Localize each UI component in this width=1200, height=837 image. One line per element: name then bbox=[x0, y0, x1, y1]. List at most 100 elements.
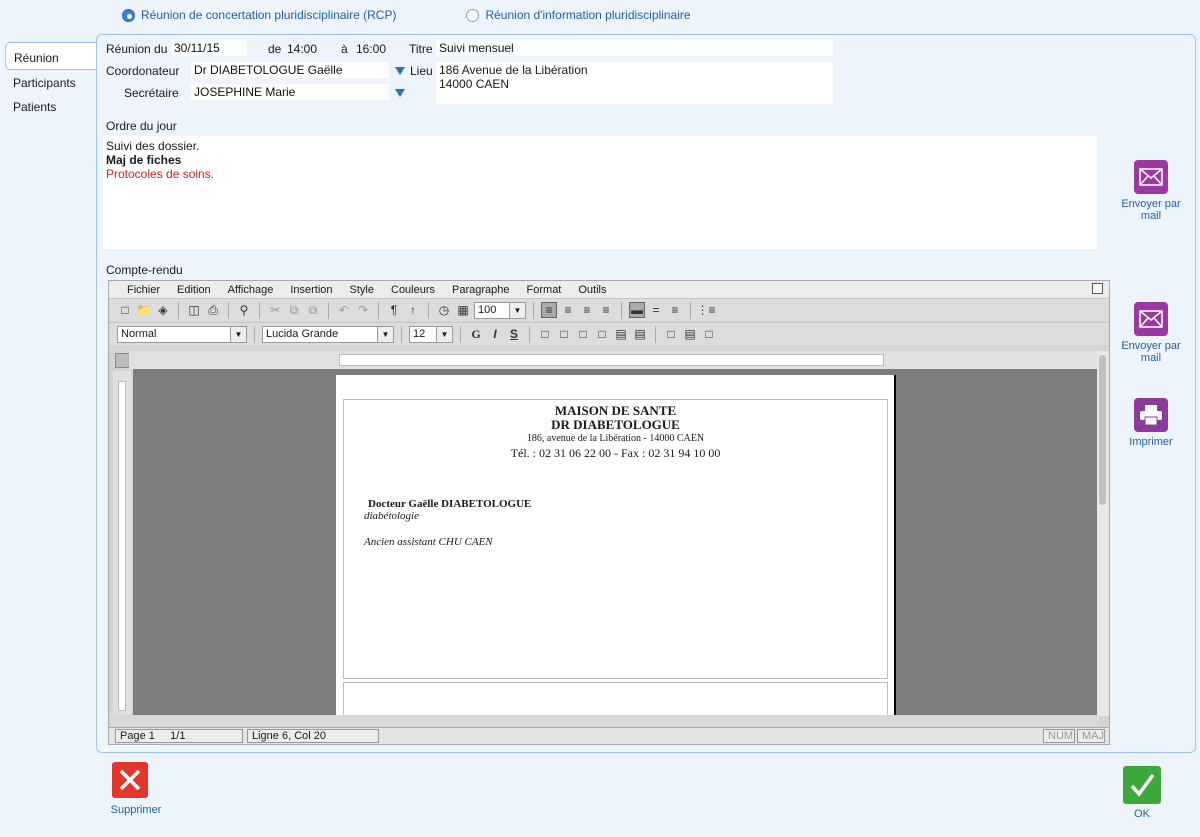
menu-affichage[interactable]: Affichage bbox=[228, 284, 274, 296]
coordinator-field[interactable] bbox=[191, 62, 389, 78]
align-left-icon[interactable]: ≡ bbox=[541, 302, 557, 318]
vertical-ruler[interactable] bbox=[113, 371, 131, 716]
date-field[interactable] bbox=[171, 40, 247, 56]
chevron-down-icon[interactable]: ▼ bbox=[436, 326, 452, 342]
bullet-list-icon[interactable]: ⋮≡ bbox=[697, 302, 716, 318]
border-all-icon[interactable]: □ bbox=[663, 326, 679, 342]
ruler-scale bbox=[339, 354, 884, 366]
editor-window-icon[interactable] bbox=[1092, 283, 1103, 294]
underline-button[interactable]: S bbox=[506, 326, 522, 342]
copy-icon[interactable]: ⧉ bbox=[286, 302, 302, 318]
document-page[interactable]: MAISON DE SANTE DR DIABETOLOGUE 186, ave… bbox=[336, 375, 896, 715]
menu-style[interactable]: Style bbox=[350, 284, 374, 296]
border-top-icon[interactable]: □ bbox=[556, 326, 572, 342]
menu-paragraphe[interactable]: Paragraphe bbox=[452, 284, 510, 296]
place-field[interactable]: 186 Avenue de la Libération 14000 CAEN bbox=[436, 62, 833, 104]
calendar-icon[interactable]: ▦ bbox=[455, 302, 471, 318]
coordinator-dropdown-icon[interactable] bbox=[395, 67, 405, 75]
menu-format[interactable]: Format bbox=[527, 284, 562, 296]
status-cursor: Ligne 6, Col 20 bbox=[247, 729, 379, 743]
radio-selected-icon[interactable] bbox=[122, 8, 135, 22]
delete-label: Supprimer bbox=[110, 804, 162, 816]
agenda-textarea[interactable]: Suivi des dossier. Maj de fiches Protoco… bbox=[103, 136, 1097, 249]
menu-edition[interactable]: Edition bbox=[177, 284, 211, 296]
ok-button[interactable]: OK bbox=[1118, 766, 1166, 820]
horizontal-ruler[interactable] bbox=[129, 351, 1099, 369]
print-icon[interactable]: ⎙ bbox=[205, 302, 221, 318]
border-inner-icon[interactable]: ▤ bbox=[682, 326, 698, 342]
save-disk-icon[interactable]: ◈ bbox=[155, 302, 171, 318]
new-document-icon[interactable]: □ bbox=[117, 302, 133, 318]
toolbar-separator bbox=[533, 301, 534, 319]
fields-icon[interactable]: ↑ bbox=[405, 302, 421, 318]
delete-button[interactable]: Supprimer bbox=[104, 762, 168, 816]
send-mail-button-agenda[interactable]: Envoyer par mail bbox=[1118, 160, 1184, 222]
tab-reunion[interactable]: Réunion bbox=[5, 42, 97, 70]
print-button[interactable]: Imprimer bbox=[1118, 398, 1184, 448]
place-line-2: 14000 CAEN bbox=[439, 77, 510, 91]
place-label: Lieu bbox=[410, 64, 433, 78]
menu-fichier[interactable]: Fichier bbox=[127, 284, 160, 296]
from-time[interactable]: 14:00 bbox=[287, 42, 317, 56]
radio-information[interactable]: Réunion d'information pluridisciplinaire bbox=[466, 8, 691, 22]
radio-unselected-icon[interactable] bbox=[466, 8, 480, 22]
spacing-onehalf-icon[interactable]: = bbox=[648, 302, 664, 318]
menu-insertion[interactable]: Insertion bbox=[290, 284, 332, 296]
style-select[interactable]: Normal ▼ bbox=[117, 325, 247, 343]
chevron-down-icon[interactable]: ▼ bbox=[509, 302, 525, 318]
title-field[interactable] bbox=[436, 40, 833, 56]
border-middle-icon[interactable]: ▤ bbox=[632, 326, 648, 342]
border-none-icon[interactable]: □ bbox=[701, 326, 717, 342]
border-right-icon[interactable]: □ bbox=[575, 326, 591, 342]
spacing-double-icon[interactable]: ≡ bbox=[667, 302, 683, 318]
title-label: Titre bbox=[409, 42, 433, 56]
secretary-dropdown-icon[interactable] bbox=[395, 89, 405, 97]
spacing-single-icon[interactable]: ▬ bbox=[629, 302, 645, 318]
font-select[interactable]: Lucida Grande ▼ bbox=[262, 325, 394, 343]
secretary-label: Secrétaire bbox=[124, 86, 179, 100]
doc-address: 186, avenue de la Libération - 14000 CAE… bbox=[526, 433, 705, 444]
chevron-down-icon[interactable]: ▼ bbox=[377, 326, 393, 342]
secretary-field[interactable] bbox=[191, 84, 389, 100]
justify-icon[interactable]: ≡ bbox=[598, 302, 614, 318]
agenda-label: Ordre du jour bbox=[106, 119, 177, 133]
menu-outils[interactable]: Outils bbox=[578, 284, 606, 296]
horizontal-scrollbar[interactable] bbox=[109, 715, 1099, 727]
find-icon[interactable]: ⚲ bbox=[236, 302, 252, 318]
pilcrow-icon[interactable]: ¶ bbox=[386, 302, 402, 318]
align-center-icon[interactable]: ≡ bbox=[560, 302, 576, 318]
agenda-line-1: Suivi des dossier. bbox=[106, 139, 200, 153]
radio-rcp[interactable]: Réunion de concertation pluridisciplinai… bbox=[122, 8, 396, 22]
chevron-down-icon[interactable]: ▼ bbox=[230, 326, 246, 342]
border-left-icon[interactable]: □ bbox=[537, 326, 553, 342]
redo-icon[interactable]: ↷ bbox=[355, 302, 371, 318]
italic-button[interactable]: I bbox=[487, 326, 503, 342]
border-bottom-icon[interactable]: □ bbox=[594, 326, 610, 342]
body-frame[interactable] bbox=[343, 682, 888, 715]
print-label: Imprimer bbox=[1129, 436, 1173, 448]
zoom-select[interactable]: 100 ▼ bbox=[474, 301, 526, 319]
cut-icon[interactable]: ✂ bbox=[267, 302, 283, 318]
font-value: Lucida Grande bbox=[266, 327, 339, 340]
tab-participants[interactable]: Participants bbox=[5, 70, 97, 94]
size-select[interactable]: 12 ▼ bbox=[409, 325, 453, 343]
align-right-icon[interactable]: ≡ bbox=[579, 302, 595, 318]
vertical-scrollbar[interactable] bbox=[1097, 351, 1109, 716]
toolbar-separator bbox=[378, 301, 379, 319]
radio-information-label: Réunion d'information pluridisciplinaire bbox=[485, 8, 691, 22]
paste-icon[interactable]: ⧉ bbox=[305, 302, 321, 318]
send-mail-button-report[interactable]: Envoyer par mail bbox=[1118, 302, 1184, 364]
open-folder-icon[interactable]: 📁 bbox=[136, 302, 152, 318]
to-time[interactable]: 16:00 bbox=[356, 42, 386, 56]
menu-couleurs[interactable]: Couleurs bbox=[391, 284, 435, 296]
tab-patients[interactable]: Patients bbox=[5, 94, 97, 118]
zoom-value: 100 bbox=[478, 303, 497, 316]
border-horizontal-icon[interactable]: ▤ bbox=[613, 326, 629, 342]
bold-button[interactable]: G bbox=[468, 326, 484, 342]
editor-statusbar: Page 1 1/1 Ligne 6, Col 20 NUM MAJ bbox=[109, 727, 1109, 744]
scroll-thumb[interactable] bbox=[1099, 355, 1106, 505]
doc-doctor-name: Docteur Gaëlle DIABETOLOGUE bbox=[368, 498, 532, 510]
print-preview-icon[interactable]: ◫ bbox=[186, 302, 202, 318]
clock-icon[interactable]: ◷ bbox=[436, 302, 452, 318]
undo-icon[interactable]: ↶ bbox=[336, 302, 352, 318]
